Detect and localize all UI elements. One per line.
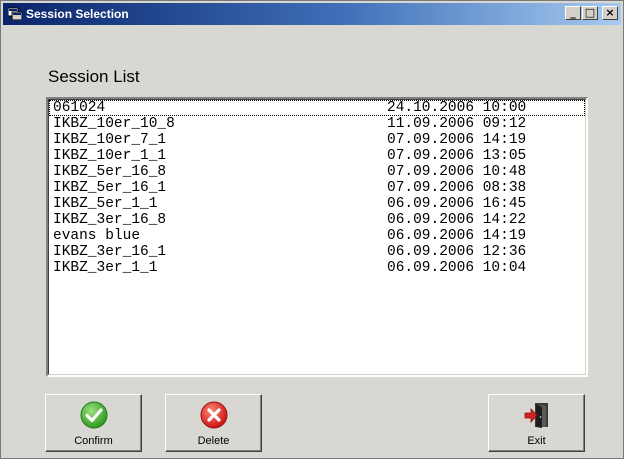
session-date: 06.09.2006 12:36 bbox=[387, 244, 527, 260]
exit-door-icon bbox=[524, 403, 548, 428]
session-row[interactable]: IKBZ_3er_16_8 06.09.2006 14:22 bbox=[49, 212, 585, 228]
session-date: 07.09.2006 08:38 bbox=[387, 180, 527, 196]
session-date: 06.09.2006 16:45 bbox=[387, 196, 527, 212]
maximize-icon: □ bbox=[584, 6, 596, 19]
red-x-icon bbox=[200, 401, 227, 429]
session-name: IKBZ_10er_1_1 bbox=[53, 148, 167, 164]
confirm-button[interactable]: Confirm bbox=[45, 394, 142, 452]
session-row[interactable]: IKBZ_10er_1_1 07.09.2006 13:05 bbox=[49, 148, 585, 164]
green-checkmark-icon bbox=[80, 401, 107, 429]
session-date: 11.09.2006 09:12 bbox=[387, 116, 527, 132]
session-listbox[interactable]: 061024 24.10.2006 10:00 IKBZ_10er_10_8 11.0… bbox=[46, 97, 588, 377]
window-title: Session Selection bbox=[26, 7, 129, 21]
session-row[interactable]: IKBZ_3er_1_1 06.09.2006 10:04 bbox=[49, 260, 585, 276]
session-name: IKBZ_3er_16_1 bbox=[53, 244, 167, 260]
session-date: 06.09.2006 14:22 bbox=[387, 212, 527, 228]
session-row[interactable]: IKBZ_5er_16_8 07.09.2006 10:48 bbox=[49, 164, 585, 180]
session-date: 06.09.2006 10:04 bbox=[387, 260, 527, 276]
session-row[interactable]: IKBZ_10er_7_1 07.09.2006 14:19 bbox=[49, 132, 585, 148]
session-name: IKBZ_10er_10_8 bbox=[53, 116, 175, 132]
maximize-button[interactable]: □ bbox=[582, 6, 598, 20]
session-list-label: Session List bbox=[48, 67, 140, 86]
session-row[interactable]: evans blue 06.09.2006 14:19 bbox=[49, 228, 585, 244]
session-name: IKBZ_5er_1_1 bbox=[53, 196, 158, 212]
session-row[interactable]: IKBZ_3er_16_1 06.09.2006 12:36 bbox=[49, 244, 585, 260]
delete-label: Delete bbox=[197, 435, 230, 447]
session-row[interactable]: IKBZ_5er_16_1 07.09.2006 08:38 bbox=[49, 180, 585, 196]
session-date: 07.09.2006 13:05 bbox=[387, 148, 527, 164]
session-name: IKBZ_5er_16_1 bbox=[53, 180, 167, 196]
minimize-button[interactable]: _ bbox=[565, 6, 581, 20]
session-date: 24.10.2006 10:00 bbox=[387, 100, 527, 116]
session-row[interactable]: IKBZ_5er_1_1 06.09.2006 16:45 bbox=[49, 196, 585, 212]
session-name: evans blue bbox=[53, 228, 141, 244]
exit-button[interactable]: Exit bbox=[488, 394, 585, 452]
session-list[interactable]: 061024 24.10.2006 10:00 IKBZ_10er_10_8 11.0… bbox=[48, 99, 586, 375]
close-button[interactable]: × bbox=[602, 6, 618, 20]
confirm-label: Confirm bbox=[74, 435, 113, 447]
exit-label: Exit bbox=[527, 435, 546, 447]
session-name: IKBZ_3er_1_1 bbox=[53, 260, 158, 276]
session-name: IKBZ_10er_7_1 bbox=[53, 132, 167, 148]
session-date: 07.09.2006 14:19 bbox=[387, 132, 527, 148]
minimize-icon: _ bbox=[570, 6, 576, 19]
title-bar[interactable]: Session Selection _ □ × bbox=[3, 3, 621, 25]
session-name: 061024 bbox=[53, 100, 106, 116]
session-name: IKBZ_3er_16_8 bbox=[53, 212, 167, 228]
session-selection-window: Session Selection _ □ × Session List 061… bbox=[0, 0, 624, 459]
delete-button[interactable]: Delete bbox=[165, 394, 262, 452]
session-row[interactable]: 061024 24.10.2006 10:00 bbox=[49, 100, 585, 116]
session-row[interactable]: IKBZ_10er_10_8 11.09.2006 09:12 bbox=[49, 116, 585, 132]
session-date: 06.09.2006 14:19 bbox=[387, 228, 527, 244]
session-date: 07.09.2006 10:48 bbox=[387, 164, 527, 180]
close-icon: × bbox=[605, 6, 615, 19]
app-icon bbox=[8, 7, 22, 20]
session-name: IKBZ_5er_16_8 bbox=[53, 164, 167, 180]
